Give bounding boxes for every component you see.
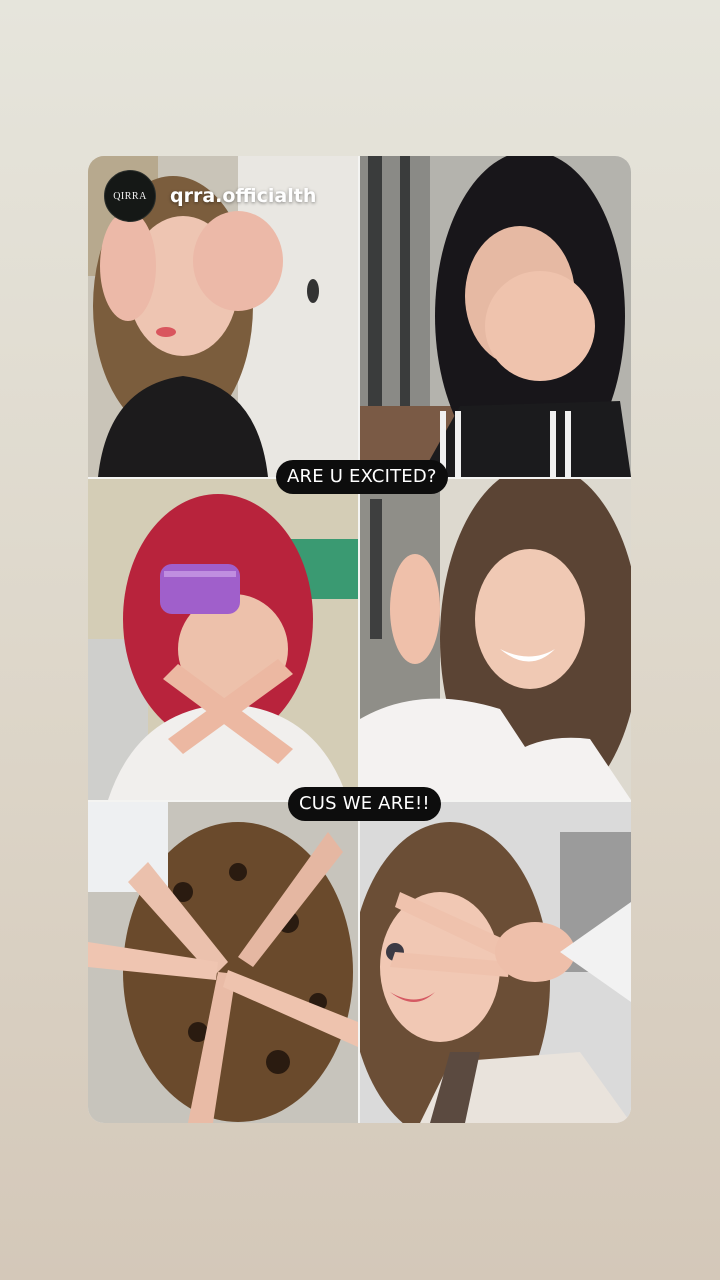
text-sticker-cus-we-are[interactable]: CUS WE ARE!! (288, 787, 441, 821)
photo-tile-4 (360, 479, 631, 800)
sticker-text: ARE U EXCITED? (287, 466, 437, 487)
story-account-header[interactable]: QIRRA qrra.officialth (104, 170, 316, 222)
story-photo-collage[interactable] (88, 156, 631, 1123)
photo-tile-6 (360, 802, 631, 1123)
account-username[interactable]: qrra.officialth (170, 185, 316, 207)
photo-tile-5 (88, 802, 358, 1123)
account-avatar[interactable]: QIRRA (104, 170, 156, 222)
photo-tile-3 (88, 479, 358, 800)
text-sticker-are-u-excited[interactable]: ARE U EXCITED? (276, 460, 448, 494)
photo-tile-2 (360, 156, 631, 477)
avatar-logo-text: QIRRA (113, 190, 147, 202)
sticker-text: CUS WE ARE!! (299, 793, 430, 814)
